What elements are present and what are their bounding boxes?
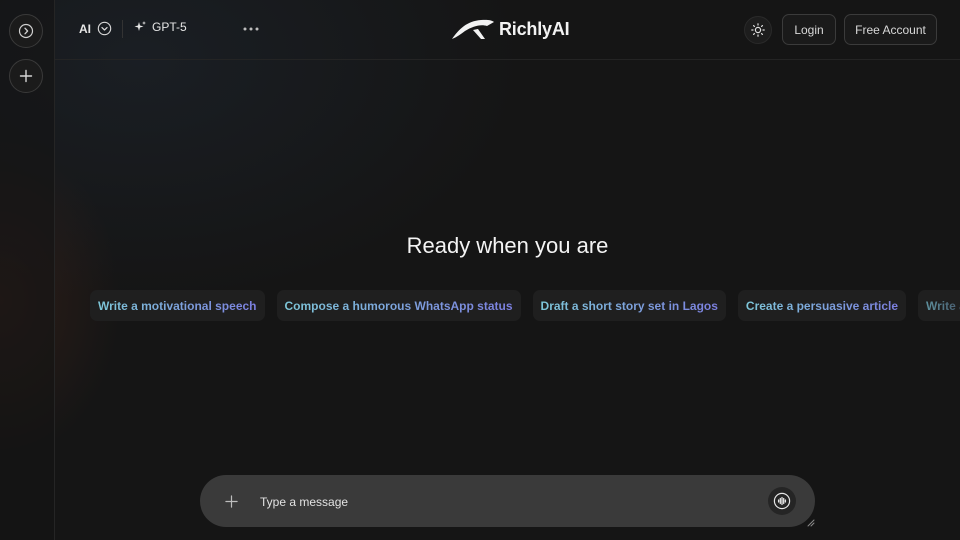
suggestion-chip[interactable]: Write a motivational speech [90, 290, 265, 321]
page-title: Ready when you are [406, 233, 609, 258]
suggestion-chip[interactable]: Compose a humorous WhatsApp status [276, 290, 521, 321]
model-selector[interactable]: GPT-5 [133, 20, 187, 34]
message-input[interactable] [258, 489, 742, 515]
suggestion-label: Write a motivational speech [98, 298, 257, 313]
suggestion-label: Write a di [926, 299, 960, 313]
sun-icon [751, 23, 765, 37]
chevron-right-circle-icon [18, 23, 34, 39]
plus-icon [19, 69, 33, 83]
free-account-button[interactable]: Free Account [844, 14, 937, 45]
suggestion-chip[interactable]: Write a di [918, 290, 960, 321]
sidebar-rail [0, 0, 55, 540]
plus-icon [224, 494, 238, 508]
more-horizontal-icon [243, 27, 259, 31]
suggestion-label: Draft a short story set in Lagos [540, 298, 718, 313]
logo-swoosh-icon [452, 19, 494, 39]
chevron-down-circle-icon [97, 21, 112, 36]
header-divider [122, 20, 123, 38]
sidebar-toggle-button[interactable] [9, 14, 43, 48]
app-page: AI GPT-5 RichlyAI Login Free Account Rea… [0, 0, 960, 540]
top-header: AI GPT-5 RichlyAI Login Free Account [55, 0, 960, 60]
mode-label: AI [79, 21, 91, 36]
attach-button[interactable] [222, 492, 240, 510]
suggestion-chip[interactable]: Create a persuasive article [737, 290, 906, 321]
suggestion-label: Create a persuasive article [745, 298, 898, 313]
model-label: GPT-5 [152, 20, 187, 34]
more-options-button[interactable] [241, 22, 261, 36]
voice-input-button[interactable] [768, 487, 796, 515]
suggestion-chip[interactable]: Draft a short story set in Lagos [532, 290, 726, 321]
message-composer [200, 475, 815, 527]
mode-selector[interactable]: AI [79, 21, 112, 36]
suggestion-chips: Write a motivational speech Compose a hu… [90, 290, 960, 321]
new-chat-button[interactable] [9, 59, 43, 93]
voice-waveform-icon [773, 492, 791, 510]
resize-handle-icon[interactable] [807, 519, 815, 527]
brand-logo[interactable]: RichlyAI [451, 17, 570, 41]
suggestion-label: Compose a humorous WhatsApp status [284, 298, 513, 313]
login-button[interactable]: Login [782, 14, 836, 45]
logo-text: RichlyAI [499, 18, 570, 39]
sparkle-icon [134, 21, 146, 31]
theme-toggle-button[interactable] [744, 16, 772, 44]
